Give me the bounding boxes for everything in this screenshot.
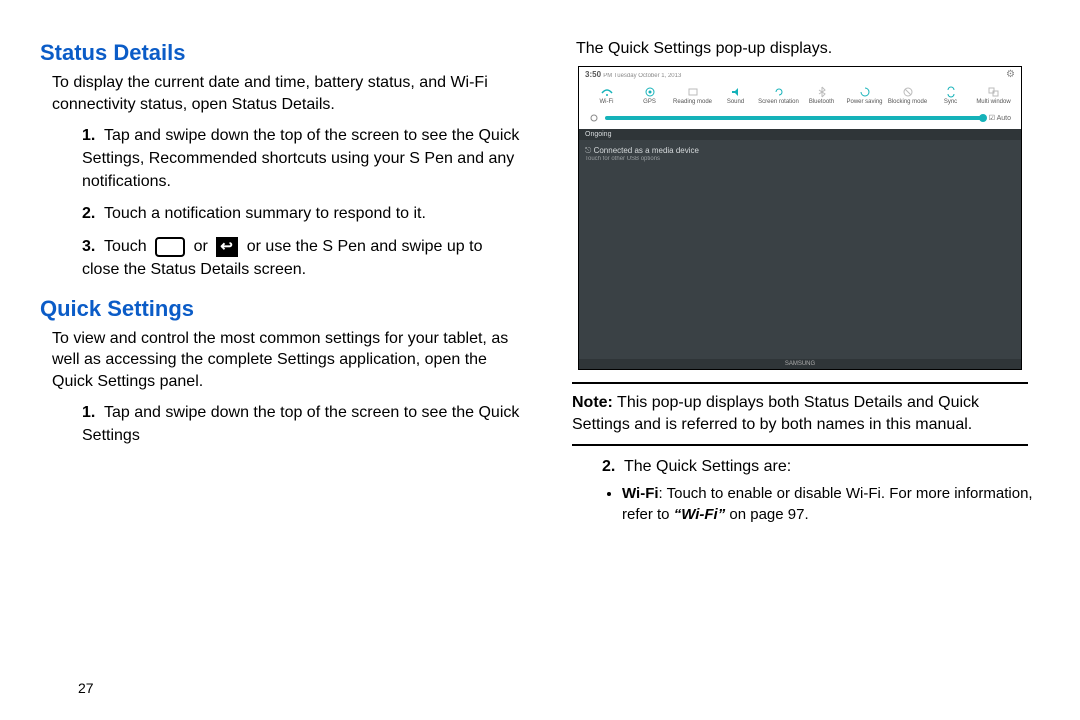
shot-brightness-slider: ☑ Auto — [579, 107, 1021, 129]
shot-notification-panel: Ongoing ⎋ Connected as a media device To… — [579, 129, 1021, 369]
heading-status-details: Status Details — [40, 40, 520, 66]
note: Note: This pop-up displays both Status D… — [572, 392, 1028, 436]
brightness-icon — [589, 113, 599, 123]
toggle-rotation: Screen rotation — [757, 86, 800, 105]
status-step-3-or: or — [194, 238, 208, 255]
shot-toggle-row: Wi-Fi GPS Reading mode Sound Screen rota… — [579, 82, 1021, 107]
home-icon — [155, 237, 185, 257]
toggle-bluetooth: Bluetooth — [800, 86, 843, 105]
settings-gear-icon: ⚙ — [1006, 69, 1015, 80]
qs-right-step-2: 2.The Quick Settings are: Wi-Fi: Touch t… — [602, 456, 1040, 525]
heading-quick-settings: Quick Settings — [40, 296, 520, 322]
toggle-gps: GPS — [628, 86, 671, 105]
status-step-1-text: Tap and swipe down the top of the screen… — [82, 127, 519, 189]
shot-panel-sub: Touch for other USB options — [585, 156, 1015, 162]
bullet-wifi-tail: on page 97. — [725, 506, 808, 523]
list-status-details: 1.Tap and swipe down the top of the scre… — [82, 125, 520, 281]
shot-auto-label: Auto — [997, 115, 1011, 122]
right-column: The Quick Settings pop-up displays. 3:50… — [560, 40, 1040, 700]
note-text: This pop-up displays both Status Details… — [572, 394, 979, 433]
qs-right-step-2-text: The Quick Settings are: — [624, 458, 791, 475]
shot-panel-line: Connected as a media device — [594, 146, 699, 155]
status-step-2: 2.Touch a notification summary to respon… — [82, 203, 520, 226]
status-step-3: 3.Touch or or use the S Pen and swipe up… — [82, 236, 520, 281]
screenshot: 3:50 PM Tuesday October 1, 2013 ⚙ Wi-Fi … — [578, 66, 1022, 370]
back-icon — [216, 237, 238, 257]
status-step-3-pre: Touch — [104, 238, 147, 255]
bullet-wifi-label: Wi-Fi — [622, 485, 659, 502]
shot-date: PM Tuesday October 1, 2013 — [603, 73, 681, 79]
toggle-reading: Reading mode — [671, 86, 714, 105]
list-qs-right: 2.The Quick Settings are: Wi-Fi: Touch t… — [602, 456, 1040, 525]
left-column: Status Details To display the current da… — [40, 40, 520, 700]
toggle-multiwindow: Multi window — [972, 86, 1015, 105]
qs-step-1: 1.Tap and swipe down the top of the scre… — [82, 402, 520, 447]
status-step-2-text: Touch a notification summary to respond … — [104, 205, 426, 222]
shot-time: 3:50 — [585, 70, 601, 79]
lead-status-details: To display the current date and time, ba… — [52, 72, 520, 115]
screenshot-caption: The Quick Settings pop-up displays. — [576, 40, 1040, 58]
status-step-1: 1.Tap and swipe down the top of the scre… — [82, 125, 520, 193]
shot-panel-header: Ongoing — [579, 129, 1021, 140]
bullet-wifi: Wi-Fi: Touch to enable or disable Wi-Fi.… — [622, 483, 1040, 525]
toggle-wifi: Wi-Fi — [585, 86, 628, 105]
qs-step-1-text: Tap and swipe down the top of the screen… — [82, 404, 519, 444]
shot-status-bar: 3:50 PM Tuesday October 1, 2013 ⚙ — [579, 67, 1021, 82]
note-label: Note: — [572, 394, 613, 411]
divider-bottom — [572, 444, 1028, 446]
shot-panel-footer: SAMSUNG — [579, 359, 1021, 369]
lead-quick-settings: To view and control the most common sett… — [52, 328, 520, 393]
divider-top — [572, 382, 1028, 384]
toggle-sound: Sound — [714, 86, 757, 105]
page-number: 27 — [78, 680, 94, 696]
toggle-sync: Sync — [929, 86, 972, 105]
qs-bullets: Wi-Fi: Touch to enable or disable Wi-Fi.… — [622, 483, 1040, 525]
toggle-blocking: Blocking mode — [886, 86, 929, 105]
list-quick-settings: 1.Tap and swipe down the top of the scre… — [82, 402, 520, 447]
bullet-wifi-xref: “Wi-Fi” — [674, 506, 726, 523]
toggle-powersave: Power saving — [843, 86, 886, 105]
